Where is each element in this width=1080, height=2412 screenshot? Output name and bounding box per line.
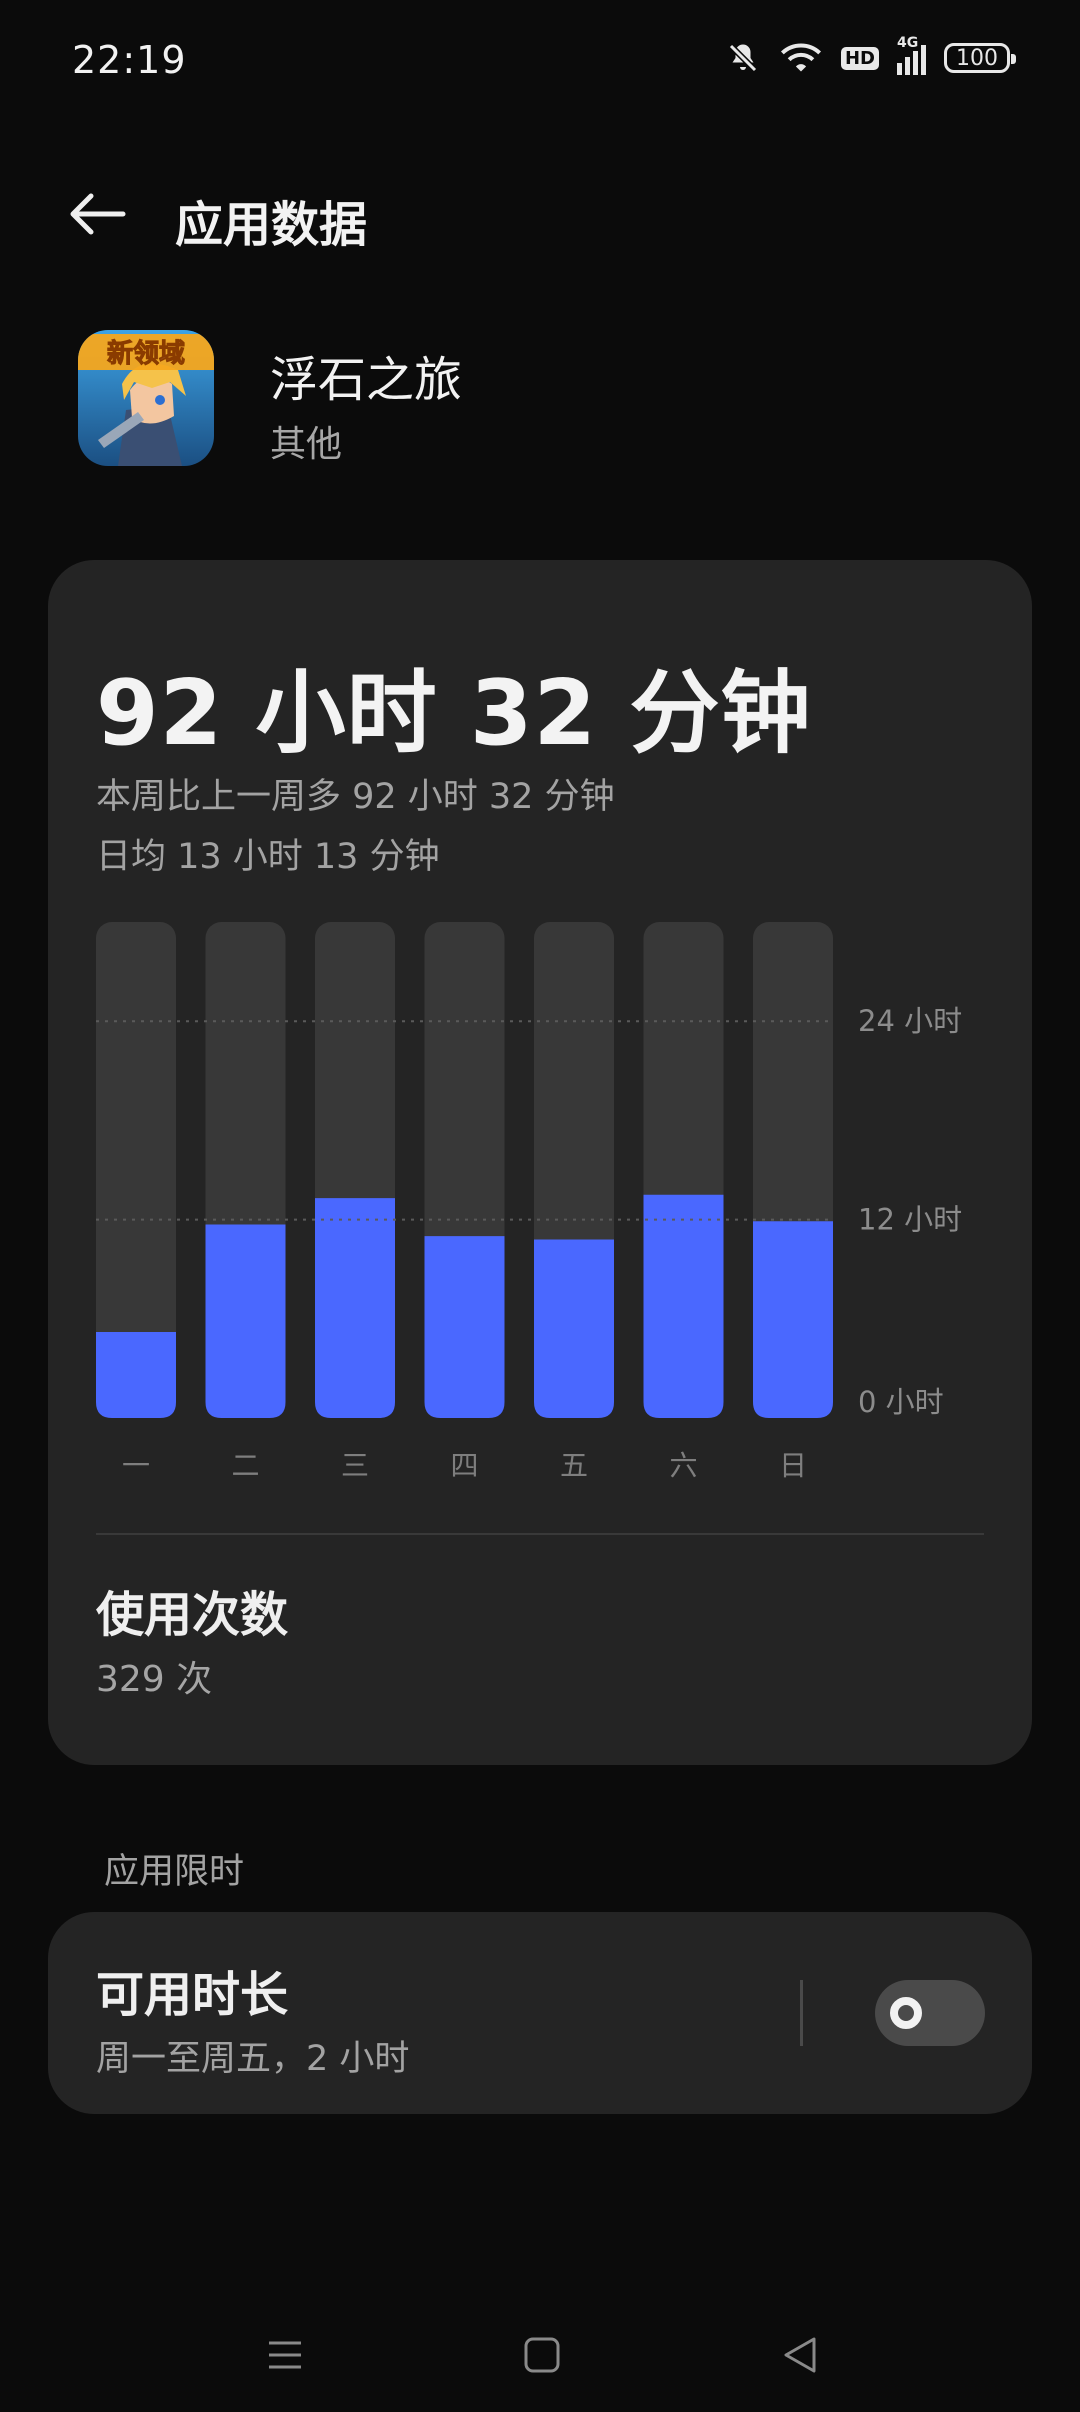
time-limit-subtitle: 周一至周五，2 小时 [96, 2039, 410, 2079]
usage-count-title: 使用次数 [96, 1587, 289, 1643]
bar [424, 1236, 505, 1418]
app-name: 浮石之旅 [270, 352, 463, 408]
usage-count-value: 329 次 [96, 1659, 213, 1700]
daily-average: 日均 13 小时 13 分钟 [96, 837, 440, 877]
battery-icon: 100 [944, 43, 1016, 73]
hd-badge: HD [840, 46, 879, 70]
battery-level: 100 [956, 45, 998, 71]
bar [534, 1239, 614, 1418]
section-label-app-limit: 应用限时 [104, 1852, 245, 1892]
x-tick-label: 三 [341, 1449, 369, 1482]
bar [643, 1194, 724, 1418]
status-time: 22:19 [72, 38, 187, 82]
y-tick-label: 12 小时 [858, 1203, 962, 1237]
back-button[interactable] [62, 182, 132, 246]
app-category: 其他 [270, 424, 343, 465]
bar [315, 1198, 395, 1418]
total-usage-time: 92 小时 32 分钟 [96, 661, 812, 766]
page-title: 应用数据 [175, 197, 368, 253]
bell-muted-icon [728, 43, 758, 73]
toggle-knob [890, 1997, 922, 2029]
status-icons: HD 4G 100 [725, 35, 1016, 76]
weekly-comparison: 本周比上一周多 92 小时 32 分钟 [96, 777, 615, 817]
time-limit-toggle[interactable] [875, 1980, 985, 2046]
signal-icon: 4G [897, 35, 926, 75]
app-icon: 新领域 [78, 330, 214, 466]
arrow-left-icon [70, 193, 126, 235]
time-limit-title: 可用时长 [96, 1967, 289, 2023]
network-type: 4G [897, 35, 919, 51]
bar [205, 1224, 286, 1418]
y-tick-label: 0 小时 [858, 1385, 944, 1419]
triangle-back-icon [784, 2337, 816, 2373]
menu-icon [269, 2341, 301, 2369]
icon-banner: 新领域 [107, 338, 185, 369]
vertical-divider [800, 1980, 803, 2046]
x-tick-label: 五 [560, 1449, 588, 1482]
wifi-icon [780, 43, 821, 72]
x-tick-label: 一 [122, 1449, 150, 1482]
home-nav-button[interactable] [502, 2320, 582, 2390]
x-tick-label: 日 [779, 1449, 807, 1482]
y-tick-label: 24 小时 [858, 1004, 962, 1038]
menu-nav-button[interactable] [245, 2320, 325, 2390]
divider [96, 1533, 984, 1535]
x-tick-label: 二 [231, 1449, 259, 1482]
square-icon [524, 2337, 560, 2373]
back-nav-button[interactable] [760, 2320, 840, 2390]
bar [753, 1221, 833, 1418]
x-tick-label: 六 [669, 1449, 697, 1482]
x-tick-label: 四 [450, 1449, 478, 1482]
weekly-usage-chart: 一 二 三 四 五 六 日 0 小时 12 小时 24 小时 [96, 922, 962, 1482]
bar [96, 1332, 176, 1418]
